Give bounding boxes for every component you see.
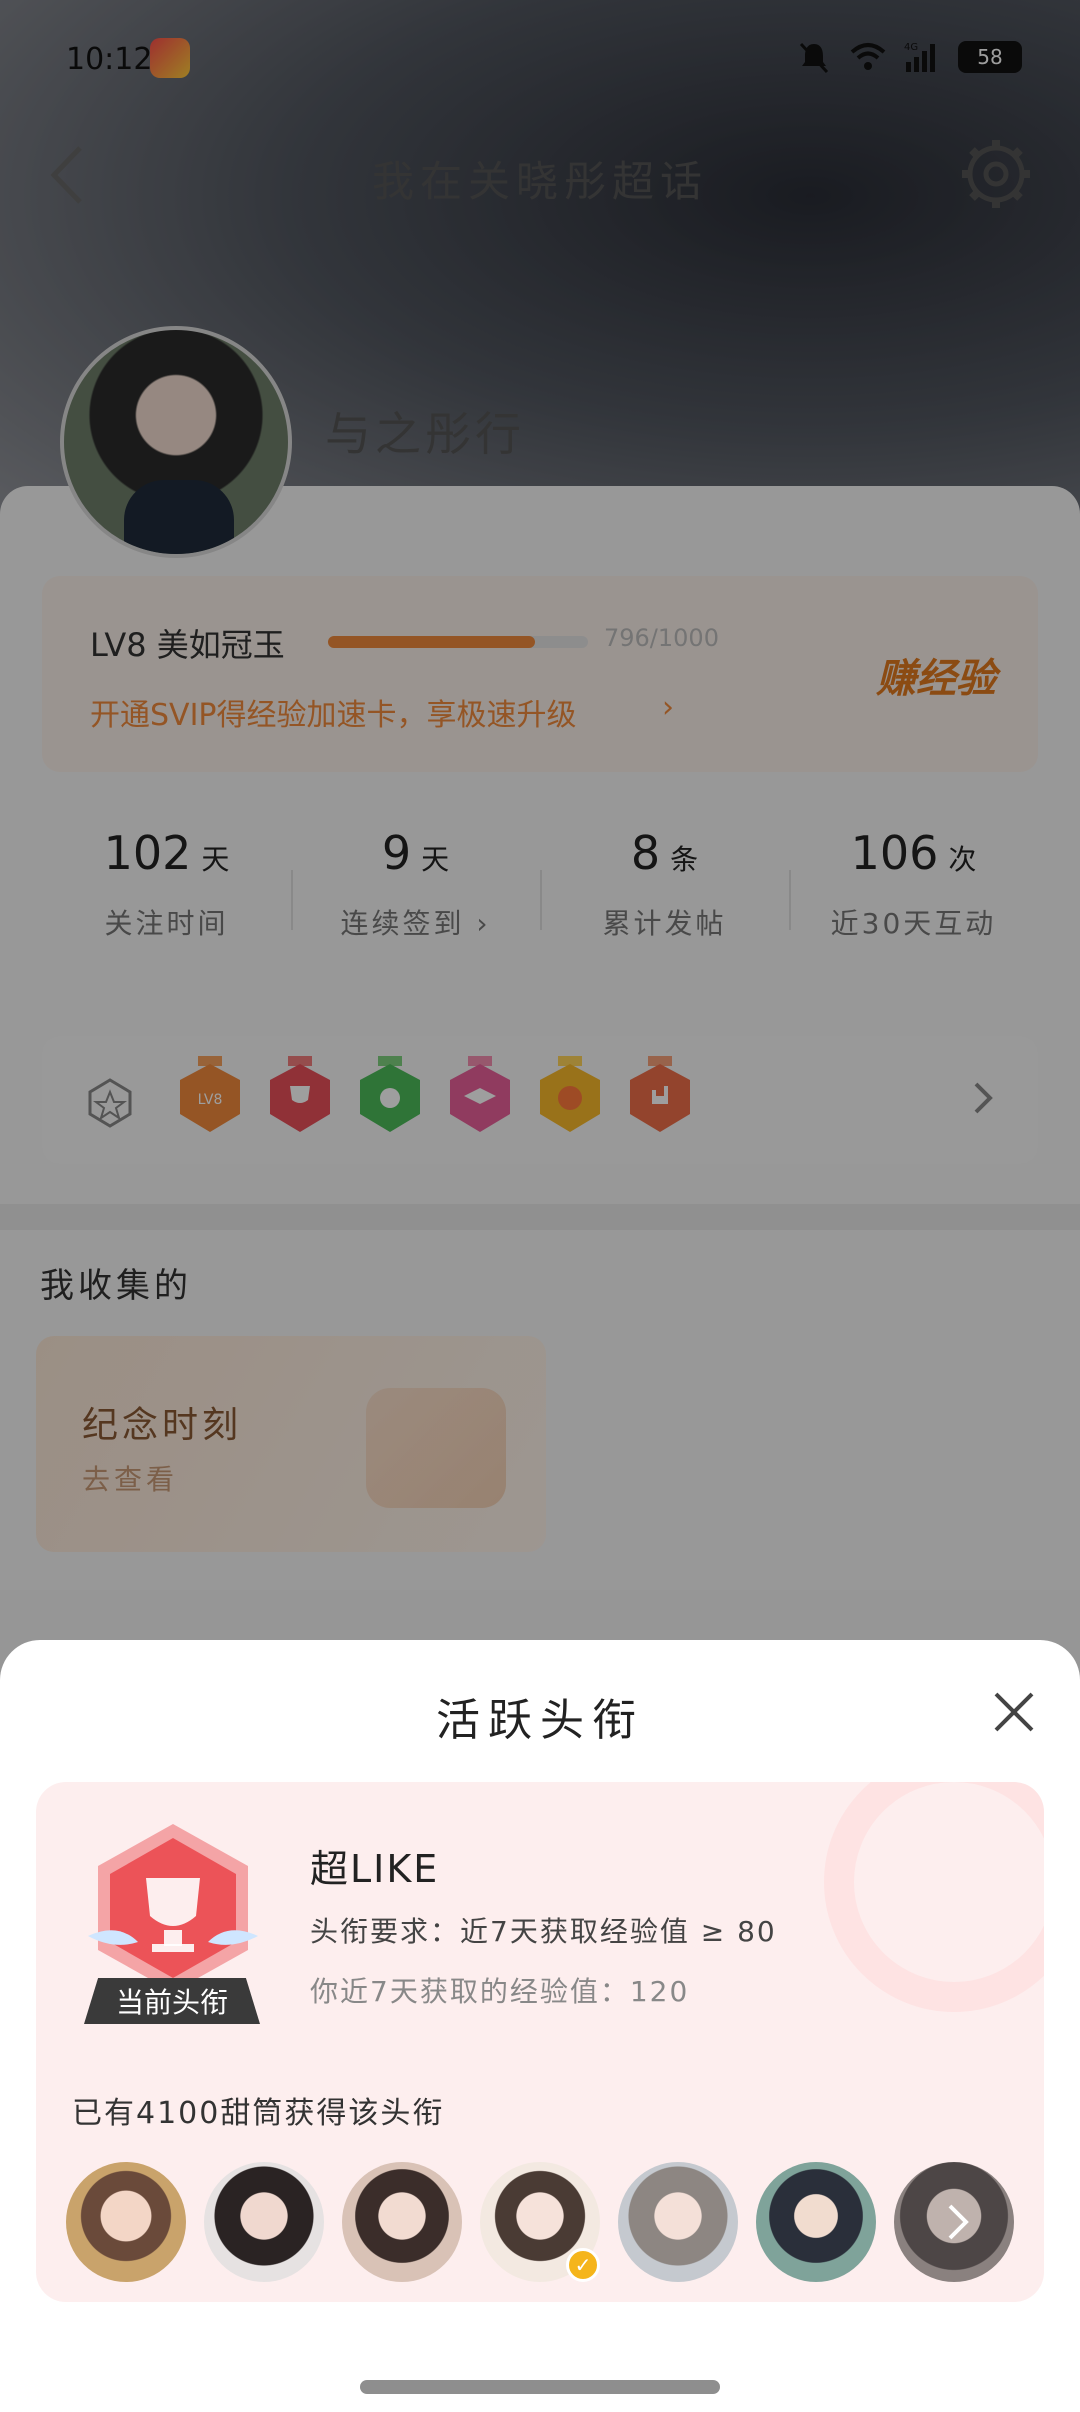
holder-avatar[interactable] xyxy=(342,2162,462,2282)
holders-avatar-list: ✓ xyxy=(66,2162,1014,2282)
holders-count-text: 已有4100甜筒获得该头衔 xyxy=(72,2096,445,2131)
holder-avatar[interactable] xyxy=(204,2162,324,2282)
current-title-tag: 当前头衔 xyxy=(84,1978,260,2024)
holder-avatar[interactable] xyxy=(756,2162,876,2282)
holder-avatar[interactable] xyxy=(66,2162,186,2282)
title-name: 超LIKE xyxy=(310,1847,440,1891)
holder-avatar[interactable] xyxy=(618,2162,738,2282)
sheet-title: 活跃头衔 xyxy=(436,1695,644,1746)
chevron-right-icon xyxy=(948,2204,969,2240)
holder-avatar[interactable]: ✓ xyxy=(480,2162,600,2282)
home-indicator[interactable] xyxy=(360,2380,720,2394)
more-holders-button[interactable] xyxy=(894,2162,1014,2282)
verified-badge-icon: ✓ xyxy=(566,2248,600,2282)
title-info-card: 当前头衔 超LIKE 头衔要求：近7天获取经验值 ≥ 80 你近7天获取的经验值… xyxy=(36,1782,1044,2302)
my-exp-text: 你近7天获取的经验值：120 xyxy=(310,1975,690,2008)
active-title-sheet: 活跃头衔 当前头衔 超LIKE 头衔要求：近7天获取经验值 ≥ 80 你近7天获… xyxy=(0,1640,1080,2412)
title-requirement: 头衔要求：近7天获取经验值 ≥ 80 xyxy=(310,1915,777,1948)
close-icon[interactable] xyxy=(986,1684,1042,1740)
